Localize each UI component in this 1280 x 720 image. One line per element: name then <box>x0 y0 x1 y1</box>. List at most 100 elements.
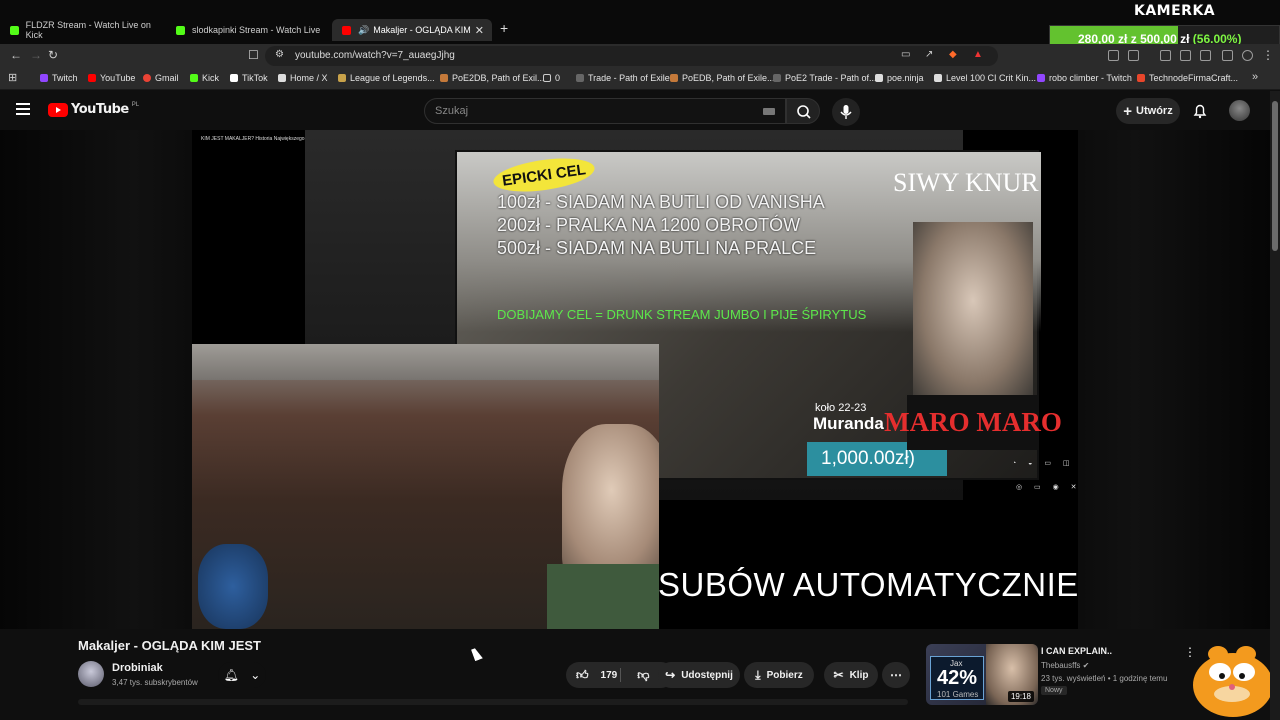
new-tab-button[interactable]: + <box>500 20 508 36</box>
reload-icon[interactable]: ↻ <box>48 48 58 62</box>
donator-name: Muranda <box>813 414 884 433</box>
browser-tab-1[interactable]: FLDZR Stream - Watch Live on Kick <box>0 19 165 41</box>
browser-tab-2[interactable]: slodkapinki Stream - Watch Live on K <box>166 19 331 41</box>
video-duration: 19:18 <box>1007 691 1034 702</box>
cast-icon[interactable]: ▭ <box>901 49 910 60</box>
bookmark-trade-poe[interactable]: Trade - Path of Exile <box>576 73 670 83</box>
video-player[interactable]: KIM JEST MAKALJER? Historia Największego… <box>192 130 1078 629</box>
tiktok-icon <box>230 74 238 82</box>
bookmark-poe2db[interactable]: PoE2DB, Path of Exil... <box>440 73 545 83</box>
search-icon <box>797 105 811 119</box>
tab-title: Makaljer - OGLĄDA KIM JEST <box>373 25 473 35</box>
bookmark-tiktok[interactable]: TikTok <box>230 73 268 83</box>
browser-tab-3-active[interactable]: 🔊 Makaljer - OGLĄDA KIM JEST ✕ <box>332 19 492 41</box>
bookmark-poe-ninja[interactable]: poe.ninja <box>875 73 924 83</box>
bookmark-kick[interactable]: Kick <box>190 73 219 83</box>
thumbnail-stat-card: Jax 42% 101 Games <box>930 656 984 700</box>
rewards-icon[interactable]: ▲ <box>973 49 983 60</box>
bookmark-twitch[interactable]: Twitch <box>40 73 78 83</box>
create-button[interactable]: + Utwórz <box>1116 98 1180 124</box>
forward-icon[interactable]: → <box>30 48 42 62</box>
audio-icon: 🔊 <box>358 24 370 35</box>
brave-shield-icon[interactable]: ◆ <box>949 49 957 60</box>
youtube-icon <box>88 74 96 82</box>
search-button[interactable] <box>786 98 820 124</box>
recommended-title[interactable]: I CAN EXPLAIN.. <box>1041 646 1112 656</box>
bookmark-youtube[interactable]: YouTube <box>88 73 135 83</box>
stream-goal-banner: DOBIJAMY CEL = DRUNK STREAM JUMBO I PIJE… <box>497 307 867 322</box>
browser-nav-bar: ← → ↻ ☐ ⚙ youtube.com/watch?v=7_auaegJjh… <box>0 44 1280 68</box>
download-icon: ⤓ <box>755 667 761 682</box>
extension-icon[interactable] <box>1180 50 1191 61</box>
extension-icon[interactable] <box>1160 50 1171 61</box>
bookmark-x[interactable]: Home / X <box>278 73 328 83</box>
search-input[interactable]: Szukaj <box>424 98 786 124</box>
dislike-icon[interactable]: 👎︎ <box>637 668 649 683</box>
more-icon: ⋯ <box>890 668 902 682</box>
extension-icon[interactable] <box>1200 50 1211 61</box>
keyboard-icon[interactable] <box>763 108 775 115</box>
stream-control-icons[interactable]: ◎ ▭ ◉ ✕ <box>1016 483 1078 491</box>
extension-icon[interactable] <box>1108 50 1119 61</box>
ambient-glow-left <box>0 130 192 629</box>
menu-icon[interactable]: ⋮ <box>1262 48 1274 62</box>
garfield-sticker-icon <box>1193 646 1273 717</box>
more-actions-button[interactable]: ⋯ <box>882 662 910 688</box>
tab-title: FLDZR Stream - Watch Live on Kick <box>25 20 151 40</box>
bookmark-technode[interactable]: TechnodeFirmaCraft... <box>1137 73 1238 83</box>
youtube-play-icon <box>48 102 68 117</box>
stream-control-icons[interactable]: ◔ ◒ ▭ ◫ ◭ <box>1012 459 1078 467</box>
more-bookmarks-icon[interactable]: » <box>1252 71 1258 83</box>
video-title: Makaljer - OGLĄDA KIM JEST <box>78 638 261 653</box>
recommended-thumbnail[interactable]: Jax 42% 101 Games 19:18 <box>926 644 1038 705</box>
url-text: youtube.com/watch?v=7_auaegJjhg <box>295 50 455 61</box>
recommended-channel[interactable]: Thebausffs ✔ <box>1041 661 1089 670</box>
kick-icon <box>10 25 19 35</box>
bookmark-poe2-trade[interactable]: PoE2 Trade - Path of... <box>773 73 877 83</box>
bookmark-league[interactable]: League of Legends... <box>338 73 435 83</box>
scrollbar-thumb[interactable] <box>1272 101 1278 251</box>
clip-button[interactable]: ✂ Klip <box>824 662 878 688</box>
hamburger-menu-icon[interactable] <box>16 103 30 118</box>
google-icon <box>143 74 151 82</box>
like-count[interactable]: 179 <box>601 670 618 681</box>
user-avatar[interactable] <box>1229 100 1250 121</box>
download-button[interactable]: ⤓ Pobierz <box>744 662 814 688</box>
notifications-bell-icon[interactable] <box>1192 103 1208 119</box>
apps-grid-icon[interactable]: ⊞ <box>8 71 17 84</box>
kolo-label: koło 22-23 <box>815 402 867 414</box>
back-icon[interactable]: ← <box>10 48 22 62</box>
bookmark-gmail[interactable]: Gmail <box>143 73 179 83</box>
bookmark-level100[interactable]: Level 100 CI Crit Kin... <box>934 73 1036 83</box>
channel-name[interactable]: Drobiniak <box>112 662 163 674</box>
bookmark-poedb[interactable]: PoEDB, Path of Exile... <box>670 73 775 83</box>
poedb-icon <box>670 74 678 82</box>
profile-icon[interactable] <box>1242 50 1253 61</box>
country-code: PL <box>131 101 140 108</box>
share-button[interactable]: ↪ Udostępnij <box>658 662 740 688</box>
share-icon[interactable]: ↗ <box>925 49 933 60</box>
address-bar[interactable]: ⚙ youtube.com/watch?v=7_auaegJjhg ▭ ↗ ◆ … <box>265 46 998 66</box>
voice-search-button[interactable] <box>832 98 860 126</box>
bookmark-page-icon[interactable]: ☐ <box>248 48 259 62</box>
page-scrollbar[interactable] <box>1270 91 1280 720</box>
extension-icon[interactable] <box>1128 50 1139 61</box>
site-info-icon[interactable]: ⚙ <box>275 49 284 60</box>
bookmark-folder[interactable]: 0 <box>543 73 560 83</box>
poe2db-icon <box>440 74 448 82</box>
channel-avatar[interactable] <box>78 661 104 687</box>
share-arrow-icon: ↪ <box>665 668 676 682</box>
goal-line: 100zł - SIADAM NA BUTLI OD VANISHA <box>497 192 825 212</box>
youtube-logo[interactable]: YouTube PL <box>48 102 139 117</box>
extension-icon[interactable] <box>1222 50 1233 61</box>
twitch-icon <box>40 74 48 82</box>
close-tab-icon[interactable]: ✕ <box>475 24 484 37</box>
maro-maro-label: MARO MARO <box>884 395 1062 450</box>
like-icon[interactable]: 👍︎ <box>576 668 589 683</box>
subscribe-bell-button[interactable]: 🔔︎ ⌄ <box>218 662 266 688</box>
description-box-edge <box>78 699 908 705</box>
chevron-down-icon: ⌄ <box>250 668 261 682</box>
kick-icon <box>176 25 185 35</box>
twitch-icon <box>1037 74 1045 82</box>
bookmark-robo-climber[interactable]: robo climber - Twitch <box>1037 73 1132 83</box>
